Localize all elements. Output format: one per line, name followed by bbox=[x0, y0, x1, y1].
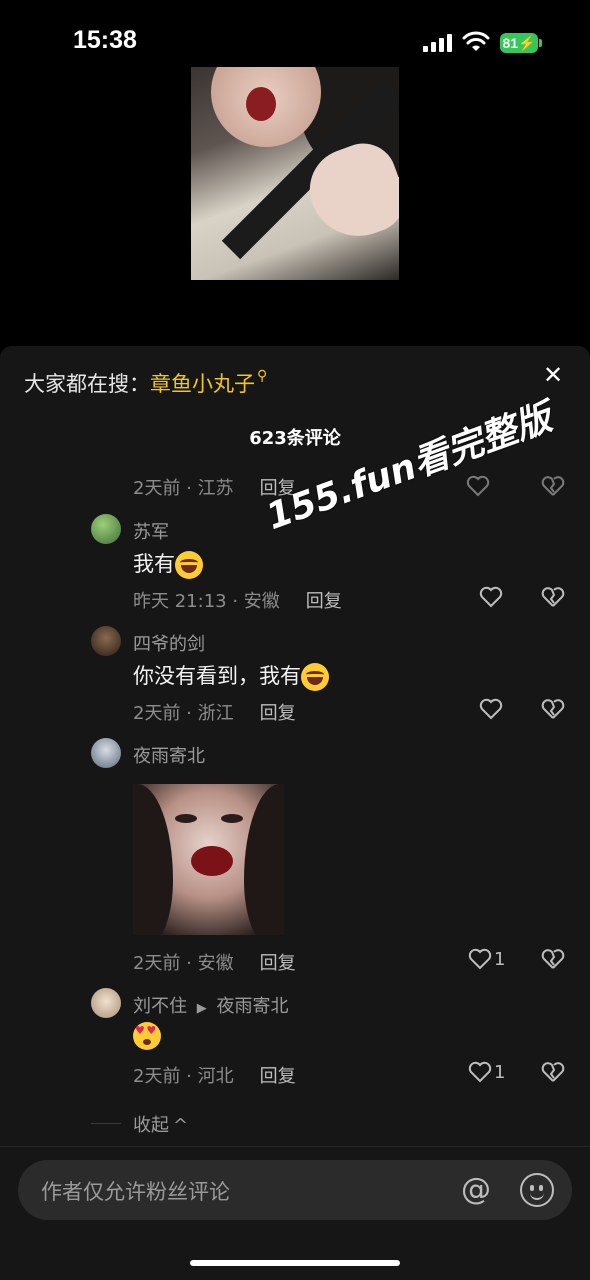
comment-text: 我有 bbox=[133, 548, 203, 579]
comment-input-placeholder: 作者仅允许粉丝评论 bbox=[41, 1180, 230, 1204]
like-count: 1 bbox=[494, 1062, 506, 1083]
emoji-icon[interactable] bbox=[520, 1173, 554, 1207]
emoji-smile bbox=[530, 1191, 544, 1200]
comment-author[interactable]: 苏军 bbox=[133, 518, 169, 544]
broken-heart-icon[interactable] bbox=[541, 474, 565, 498]
reply-arrow-icon: ▶ bbox=[196, 1001, 207, 1016]
search-prefix: 大家都在搜： bbox=[24, 372, 150, 396]
at-icon[interactable]: @ bbox=[458, 1172, 494, 1208]
reply-button[interactable]: 回复 bbox=[306, 591, 342, 612]
collapse-divider bbox=[91, 1123, 121, 1124]
collapse-button[interactable]: 收起 ^ bbox=[133, 1111, 188, 1137]
comment-author[interactable]: 夜雨寄北 bbox=[133, 742, 205, 768]
video-preview[interactable] bbox=[191, 67, 399, 280]
heart-icon[interactable] bbox=[468, 1060, 492, 1084]
laughing-emoji-icon bbox=[175, 551, 203, 579]
heart-eyes-emoji-icon bbox=[133, 1022, 161, 1050]
comment-text: 你没有看到，我有 bbox=[133, 660, 329, 691]
comment-author-reply[interactable]: 刘不住 ▶ 夜雨寄北 bbox=[133, 992, 288, 1018]
image-mouth bbox=[191, 846, 233, 876]
heart-icon[interactable] bbox=[479, 697, 503, 721]
input-divider bbox=[0, 1146, 590, 1147]
image-hair-left bbox=[133, 784, 173, 935]
video-mouth bbox=[246, 87, 276, 121]
home-indicator[interactable] bbox=[190, 1260, 400, 1266]
search-icon: ⚲ bbox=[257, 368, 268, 384]
heart-icon[interactable] bbox=[468, 947, 492, 971]
broken-heart-icon[interactable] bbox=[541, 1060, 565, 1084]
comment-meta: 昨天 21:13 · 安徽 回复 bbox=[133, 591, 342, 612]
avatar[interactable] bbox=[91, 738, 121, 768]
reply-button[interactable]: 回复 bbox=[260, 953, 296, 974]
image-hair-right bbox=[244, 784, 284, 935]
comment-author[interactable]: 四爷的剑 bbox=[133, 630, 205, 656]
close-icon[interactable]: ✕ bbox=[538, 360, 568, 390]
reply-button[interactable]: 回复 bbox=[260, 1066, 296, 1087]
wifi-icon bbox=[462, 31, 490, 51]
search-suggestion[interactable]: 大家都在搜：章鱼小丸子 ⚲ bbox=[24, 368, 267, 398]
chevron-up-icon: ^ bbox=[173, 1115, 189, 1136]
search-keyword[interactable]: 章鱼小丸子 bbox=[150, 372, 255, 396]
battery-tip bbox=[539, 39, 542, 47]
heart-icon[interactable] bbox=[479, 585, 503, 609]
status-time: 15:38 bbox=[73, 26, 137, 54]
comment-meta: 2天前 · 安徽 回复 bbox=[133, 953, 296, 974]
comment-meta: 2天前 · 河北 回复 bbox=[133, 1066, 296, 1087]
image-eye-left bbox=[175, 814, 197, 823]
image-eye-right bbox=[221, 814, 243, 823]
reply-target[interactable]: 夜雨寄北 bbox=[216, 996, 288, 1017]
comment-meta: 2天前 · 浙江 回复 bbox=[133, 703, 296, 724]
broken-heart-icon[interactable] bbox=[541, 585, 565, 609]
broken-heart-icon[interactable] bbox=[541, 697, 565, 721]
avatar[interactable] bbox=[91, 626, 121, 656]
comment-input[interactable]: 作者仅允许粉丝评论 @ bbox=[18, 1160, 572, 1220]
comment-text bbox=[133, 1022, 161, 1050]
battery-indicator: 81⚡ bbox=[500, 33, 538, 53]
like-count: 1 bbox=[494, 949, 506, 970]
avatar[interactable] bbox=[91, 514, 121, 544]
broken-heart-icon[interactable] bbox=[541, 947, 565, 971]
avatar[interactable] bbox=[91, 988, 121, 1018]
reply-button[interactable]: 回复 bbox=[260, 703, 296, 724]
laughing-emoji-icon bbox=[301, 663, 329, 691]
signal-icon bbox=[423, 34, 453, 52]
heart-icon[interactable] bbox=[466, 474, 490, 498]
comment-image[interactable] bbox=[133, 784, 284, 935]
